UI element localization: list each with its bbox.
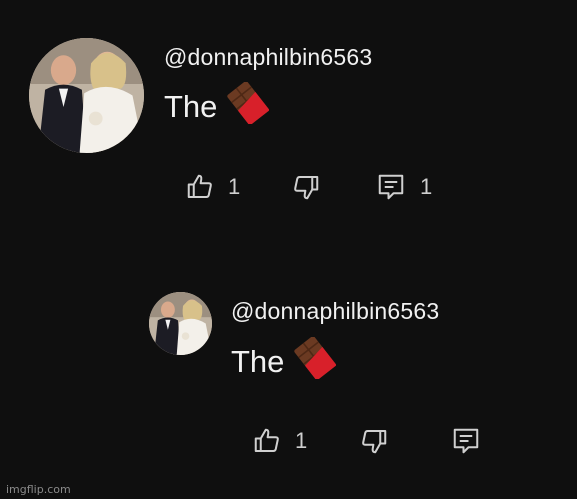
comment-text: The <box>164 81 270 132</box>
comment-author[interactable]: @donnaphilbin6563 <box>164 44 372 71</box>
like-button[interactable]: 1 <box>184 171 240 203</box>
thumbs-down-icon <box>362 430 387 454</box>
avatar[interactable] <box>149 292 212 355</box>
comment-author[interactable]: @donnaphilbin6563 <box>231 298 439 325</box>
thumbs-down-icon <box>294 176 319 200</box>
reply-button[interactable]: 1 <box>376 171 432 203</box>
comment-text-content: The <box>231 344 285 379</box>
reply-count: 1 <box>420 174 433 199</box>
wedding-photo-avatar-image <box>29 38 144 153</box>
comment-2: @donnaphilbin6563 The 1 <box>0 270 577 470</box>
reply-button[interactable] <box>451 425 481 457</box>
reply-icon <box>453 428 479 454</box>
avatar[interactable] <box>29 38 144 153</box>
imgflip-watermark: imgflip.com <box>6 483 71 496</box>
comment-1: @donnaphilbin6563 The 1 1 <box>0 0 577 230</box>
reply-icon <box>378 174 404 200</box>
comment-text-content: The <box>164 89 218 124</box>
like-button[interactable]: 1 <box>251 425 307 457</box>
comment-text: The <box>231 336 337 387</box>
like-count: 1 <box>295 428 308 453</box>
dislike-button[interactable] <box>358 425 390 457</box>
dislike-button[interactable] <box>290 171 322 203</box>
chocolate-bar-icon <box>227 81 270 132</box>
wedding-photo-avatar-image <box>149 292 212 355</box>
thumbs-up-icon <box>254 428 279 452</box>
thumbs-up-icon <box>187 174 212 198</box>
like-count: 1 <box>228 174 241 199</box>
chocolate-bar-icon <box>294 336 337 387</box>
